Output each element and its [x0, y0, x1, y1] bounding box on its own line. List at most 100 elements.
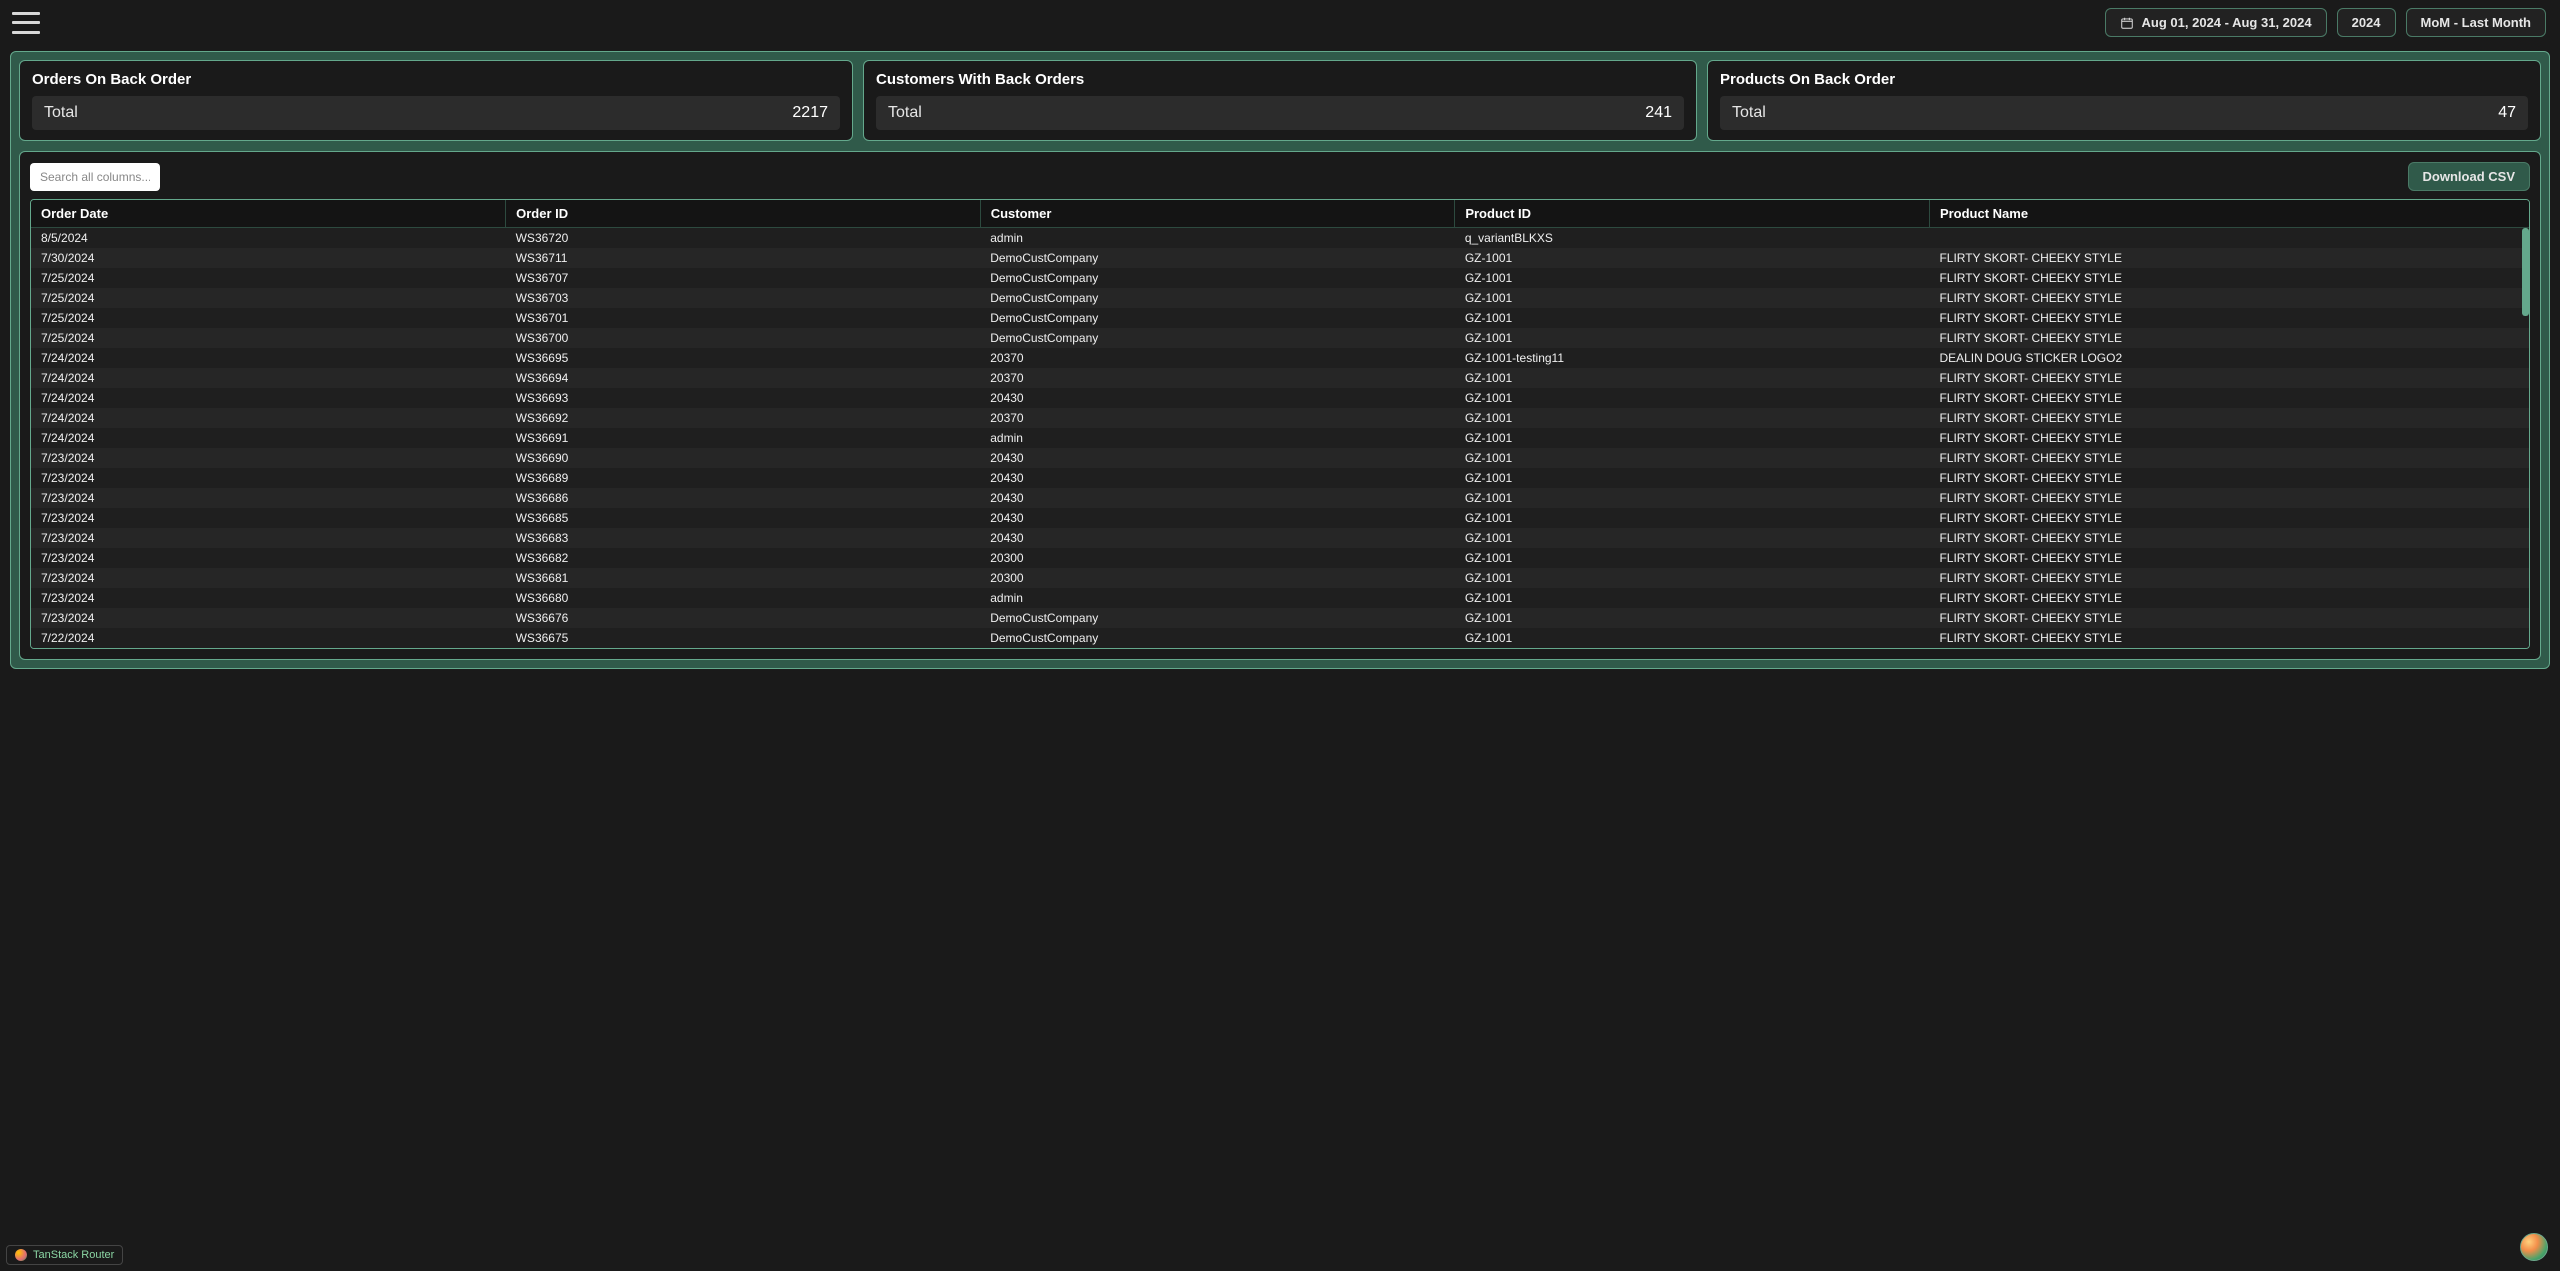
table-cell: GZ-1001	[1455, 248, 1930, 268]
download-csv-button[interactable]: Download CSV	[2408, 162, 2530, 191]
table-cell: WS36685	[506, 508, 981, 528]
table-cell: FLIRTY SKORT- CHEEKY STYLE	[1929, 408, 2529, 428]
table-cell: GZ-1001	[1455, 428, 1930, 448]
year-button[interactable]: 2024	[2337, 8, 2396, 37]
avatar[interactable]	[2520, 1233, 2548, 1261]
col-product-id[interactable]: Product ID	[1455, 200, 1930, 228]
table-cell: 20430	[980, 388, 1455, 408]
orders-table-panel: Download CSV Order Date Order ID Custome…	[19, 151, 2541, 660]
table-cell: WS36686	[506, 488, 981, 508]
col-order-id[interactable]: Order ID	[506, 200, 981, 228]
col-product-name[interactable]: Product Name	[1929, 200, 2529, 228]
metric-label: Total	[1732, 104, 1766, 122]
table-cell: 20430	[980, 488, 1455, 508]
table-cell: GZ-1001	[1455, 488, 1930, 508]
table-row[interactable]: 7/30/2024WS36711DemoCustCompanyGZ-1001FL…	[31, 248, 2529, 268]
table-cell: GZ-1001	[1455, 548, 1930, 568]
table-row[interactable]: 7/23/2024WS36680adminGZ-1001FLIRTY SKORT…	[31, 588, 2529, 608]
table-row[interactable]: 7/23/2024WS3668320430GZ-1001FLIRTY SKORT…	[31, 528, 2529, 548]
table-cell: FLIRTY SKORT- CHEEKY STYLE	[1929, 448, 2529, 468]
table-cell: WS36707	[506, 268, 981, 288]
table-cell: WS36691	[506, 428, 981, 448]
table-cell: q_variantBLKXS	[1455, 228, 1930, 249]
table-cell: 7/25/2024	[31, 268, 506, 288]
metric-cards: Orders On Back Order Total 2217 Customer…	[19, 60, 2541, 141]
card-orders-backorder: Orders On Back Order Total 2217	[19, 60, 853, 141]
table-row[interactable]: 7/23/2024WS3668120300GZ-1001FLIRTY SKORT…	[31, 568, 2529, 588]
table-cell: DEALIN DOUG STICKER LOGO2	[1929, 348, 2529, 368]
table-row[interactable]: 7/25/2024WS36703DemoCustCompanyGZ-1001FL…	[31, 288, 2529, 308]
table-cell: WS36676	[506, 608, 981, 628]
search-input[interactable]	[30, 163, 160, 191]
table-row[interactable]: 7/23/2024WS3668220300GZ-1001FLIRTY SKORT…	[31, 548, 2529, 568]
table-cell: WS36692	[506, 408, 981, 428]
table-row[interactable]: 7/25/2024WS36701DemoCustCompanyGZ-1001FL…	[31, 308, 2529, 328]
table-cell: WS36675	[506, 628, 981, 648]
table-cell: WS36689	[506, 468, 981, 488]
router-badge-icon	[15, 1249, 27, 1261]
table-cell: WS36690	[506, 448, 981, 468]
table-cell: 7/23/2024	[31, 508, 506, 528]
table-row[interactable]: 7/25/2024WS36700DemoCustCompanyGZ-1001FL…	[31, 328, 2529, 348]
col-customer[interactable]: Customer	[980, 200, 1455, 228]
year-label: 2024	[2352, 15, 2381, 30]
table-cell: DemoCustCompany	[980, 288, 1455, 308]
table-cell: 7/23/2024	[31, 588, 506, 608]
table-scrollbar[interactable]	[2522, 228, 2529, 316]
table-row[interactable]: 7/23/2024WS36676DemoCustCompanyGZ-1001FL…	[31, 608, 2529, 628]
table-row[interactable]: 7/23/2024WS3668920430GZ-1001FLIRTY SKORT…	[31, 468, 2529, 488]
table-cell: FLIRTY SKORT- CHEEKY STYLE	[1929, 268, 2529, 288]
table-cell	[1929, 228, 2529, 249]
metric-value: 2217	[792, 104, 828, 122]
table-row[interactable]: 7/23/2024WS3668620430GZ-1001FLIRTY SKORT…	[31, 488, 2529, 508]
table-row[interactable]: 7/24/2024WS36691adminGZ-1001FLIRTY SKORT…	[31, 428, 2529, 448]
metric-label: Total	[44, 104, 78, 122]
table-cell: DemoCustCompany	[980, 328, 1455, 348]
table-row[interactable]: 7/23/2024WS3668520430GZ-1001FLIRTY SKORT…	[31, 508, 2529, 528]
table-row[interactable]: 8/5/2024WS36720adminq_variantBLKXS	[31, 228, 2529, 249]
table-header-row: Order Date Order ID Customer Product ID …	[31, 200, 2529, 228]
date-range-button[interactable]: Aug 01, 2024 - Aug 31, 2024	[2105, 8, 2327, 37]
table-cell: 7/23/2024	[31, 548, 506, 568]
date-range-label: Aug 01, 2024 - Aug 31, 2024	[2142, 15, 2312, 30]
table-row[interactable]: 7/24/2024WS3669520370GZ-1001-testing11DE…	[31, 348, 2529, 368]
table-cell: GZ-1001	[1455, 568, 1930, 588]
table-cell: 7/23/2024	[31, 488, 506, 508]
table-cell: FLIRTY SKORT- CHEEKY STYLE	[1929, 308, 2529, 328]
table-row[interactable]: 7/24/2024WS3669420370GZ-1001FLIRTY SKORT…	[31, 368, 2529, 388]
table-cell: 20370	[980, 348, 1455, 368]
table-cell: FLIRTY SKORT- CHEEKY STYLE	[1929, 368, 2529, 388]
table-row[interactable]: 7/23/2024WS3669020430GZ-1001FLIRTY SKORT…	[31, 448, 2529, 468]
table-row[interactable]: 7/22/2024WS36675DemoCustCompanyGZ-1001FL…	[31, 628, 2529, 648]
card-customers-backorder: Customers With Back Orders Total 241	[863, 60, 1697, 141]
table-cell: 7/23/2024	[31, 448, 506, 468]
table-cell: 7/25/2024	[31, 288, 506, 308]
table-cell: FLIRTY SKORT- CHEEKY STYLE	[1929, 288, 2529, 308]
table-cell: FLIRTY SKORT- CHEEKY STYLE	[1929, 568, 2529, 588]
table-cell: WS36680	[506, 588, 981, 608]
table-cell: FLIRTY SKORT- CHEEKY STYLE	[1929, 428, 2529, 448]
table-row[interactable]: 7/24/2024WS3669220370GZ-1001FLIRTY SKORT…	[31, 408, 2529, 428]
table-cell: WS36694	[506, 368, 981, 388]
card-title: Orders On Back Order	[32, 71, 840, 88]
table-cell: FLIRTY SKORT- CHEEKY STYLE	[1929, 248, 2529, 268]
hamburger-menu-icon[interactable]	[12, 12, 40, 34]
table-cell: WS36703	[506, 288, 981, 308]
calendar-icon	[2120, 16, 2134, 30]
tanstack-router-badge[interactable]: TanStack Router	[6, 1245, 123, 1265]
table-cell: GZ-1001	[1455, 328, 1930, 348]
table-cell: FLIRTY SKORT- CHEEKY STYLE	[1929, 488, 2529, 508]
table-cell: GZ-1001	[1455, 588, 1930, 608]
table-cell: GZ-1001	[1455, 308, 1930, 328]
table-cell: GZ-1001	[1455, 508, 1930, 528]
table-cell: 7/23/2024	[31, 608, 506, 628]
col-order-date[interactable]: Order Date	[31, 200, 506, 228]
comparison-button[interactable]: MoM - Last Month	[2406, 8, 2546, 37]
metric-value: 241	[1645, 104, 1672, 122]
table-row[interactable]: 7/25/2024WS36707DemoCustCompanyGZ-1001FL…	[31, 268, 2529, 288]
table-row[interactable]: 7/24/2024WS3669320430GZ-1001FLIRTY SKORT…	[31, 388, 2529, 408]
table-cell: 8/5/2024	[31, 228, 506, 249]
table-cell: DemoCustCompany	[980, 268, 1455, 288]
table-cell: FLIRTY SKORT- CHEEKY STYLE	[1929, 528, 2529, 548]
table-cell: GZ-1001	[1455, 608, 1930, 628]
